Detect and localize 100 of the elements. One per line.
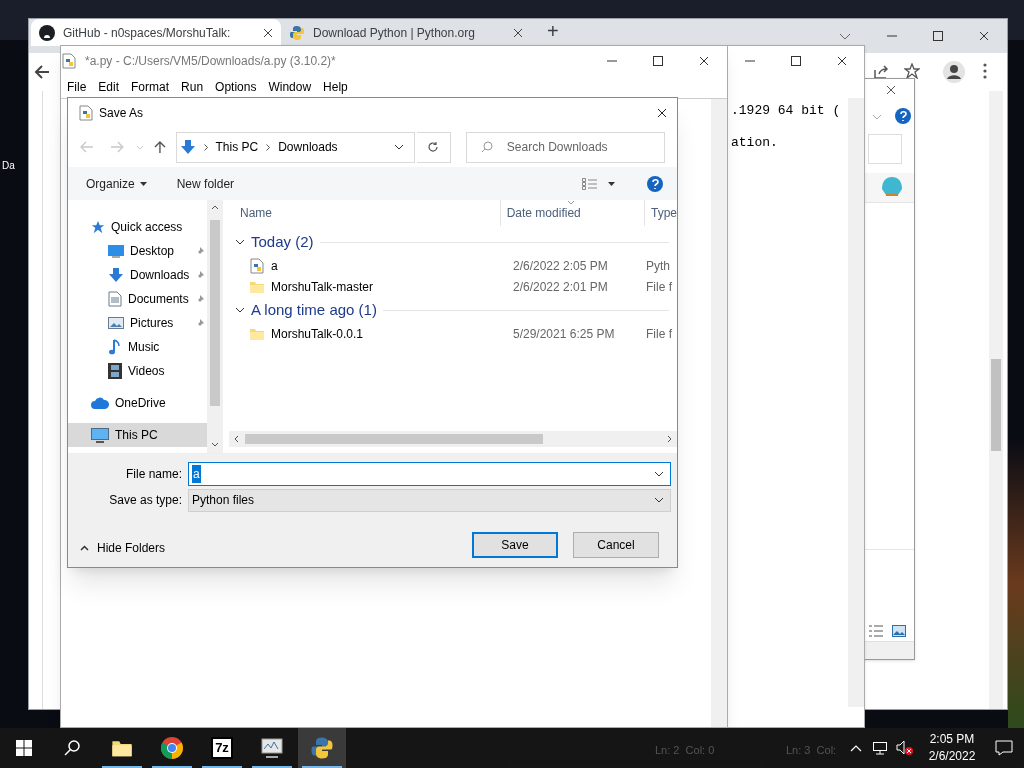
- document-icon: [108, 291, 122, 307]
- chevron-up-icon[interactable]: [850, 744, 862, 752]
- tab-title: GitHub - n0spaces/MorshuTalk:: [63, 24, 232, 42]
- details-view-icon[interactable]: [582, 177, 598, 190]
- minimize-icon: [745, 60, 755, 62]
- chevron-down-icon: [235, 307, 245, 313]
- close-icon: [699, 56, 709, 66]
- organize-button[interactable]: Organize: [86, 174, 147, 193]
- chevron-down-icon: [654, 471, 664, 477]
- taskbar-app-button[interactable]: 7z: [198, 728, 246, 768]
- chevron-down-icon: [394, 144, 405, 150]
- nav-item[interactable]: Downloads: [68, 263, 207, 287]
- field-label: File name:: [124, 466, 183, 483]
- sort-chevron-icon: [566, 200, 575, 205]
- menu-item[interactable]: Format: [131, 78, 170, 96]
- file-name-field[interactable]: a: [188, 462, 671, 486]
- help-icon[interactable]: [647, 175, 663, 192]
- scrollbar[interactable]: [989, 91, 1003, 709]
- scrollbar[interactable]: [711, 99, 727, 727]
- music-note-icon: [108, 339, 122, 355]
- chevron-up-icon: [80, 545, 89, 551]
- help-icon[interactable]: [895, 108, 911, 124]
- menu-item[interactable]: Run: [181, 78, 204, 96]
- chevron-down-icon: [654, 497, 664, 503]
- hide-folders-button[interactable]: Hide Folders: [80, 539, 166, 557]
- computer-icon: [91, 427, 109, 443]
- menu-item[interactable]: Window: [268, 78, 312, 96]
- taskbar-app-button[interactable]: [298, 728, 346, 768]
- search-box[interactable]: Search Downloads: [465, 131, 665, 163]
- search-field[interactable]: [868, 134, 902, 164]
- chevron-down-icon: [839, 33, 851, 41]
- back-arrow-icon[interactable]: [34, 64, 50, 80]
- clock-time[interactable]: 2:05 PM: [929, 731, 975, 748]
- group-header[interactable]: A long time ago (1): [229, 297, 677, 323]
- star-icon: [91, 220, 105, 234]
- muted-speaker-icon[interactable]: [896, 740, 914, 756]
- up-arrow-icon[interactable]: [153, 140, 166, 154]
- search-input[interactable]: Search Downloads: [506, 138, 647, 156]
- star-icon[interactable]: [904, 63, 920, 79]
- desktop-icon: [108, 244, 124, 258]
- file-row[interactable]: MorshuTalk-master 2/6/2022 2:01 PM File f: [229, 276, 677, 297]
- close-icon: [837, 56, 847, 66]
- close-icon: [657, 107, 667, 118]
- new-tab-button[interactable]: +: [539, 21, 567, 41]
- menu-item[interactable]: Help: [323, 78, 348, 96]
- caret-icon[interactable]: [608, 181, 615, 186]
- browser-icon: [160, 736, 184, 760]
- column-header[interactable]: Type: [645, 204, 677, 222]
- dialog-button[interactable]: Cancel: [573, 532, 659, 558]
- profile-icon[interactable]: [943, 61, 965, 83]
- nav-item[interactable]: Documents: [68, 287, 207, 311]
- share-icon[interactable]: [873, 64, 889, 80]
- chevron-right-icon: [266, 143, 271, 151]
- desktop-icon-label: Da: [2, 159, 15, 173]
- browser-tab[interactable]: GitHub - n0spaces/MorshuTalk:: [31, 19, 281, 46]
- shell-icon: [880, 175, 904, 197]
- nav-item[interactable]: Quick access: [68, 215, 207, 239]
- column-header[interactable]: Name: [229, 204, 500, 222]
- cat-logo-icon: [39, 24, 55, 41]
- browser-tab[interactable]: Download Python | Python.org: [281, 19, 531, 46]
- download-icon: [179, 139, 196, 155]
- clock-date[interactable]: 2/6/2022: [928, 748, 976, 765]
- breadcrumb-item[interactable]: This PC: [215, 138, 259, 156]
- address-bar[interactable]: This PC Downloads: [175, 131, 416, 163]
- maximize-icon: [933, 31, 943, 41]
- menu-item[interactable]: File: [67, 78, 87, 96]
- menu-icon[interactable]: [983, 63, 987, 79]
- new-folder-button[interactable]: New folder: [176, 174, 235, 193]
- nav-item[interactable]: Videos: [68, 359, 207, 383]
- pictures-icon: [108, 316, 124, 330]
- nav-item[interactable]: Pictures: [68, 311, 207, 335]
- scrollbar[interactable]: [848, 98, 864, 707]
- nav-item[interactable]: Desktop: [68, 239, 207, 263]
- dialog-button[interactable]: Save: [472, 532, 558, 558]
- nav-item[interactable]: OneDrive: [68, 391, 207, 415]
- menu-item[interactable]: Edit: [98, 78, 120, 96]
- refresh-button[interactable]: [417, 131, 451, 163]
- menu-item[interactable]: Options: [215, 78, 257, 96]
- nav-item[interactable]: This PC: [68, 423, 207, 447]
- selected-text: a: [192, 465, 201, 483]
- image-view-icon[interactable]: [892, 625, 906, 637]
- python-file-icon: [249, 257, 265, 274]
- maximize-icon: [653, 56, 663, 66]
- file-row[interactable]: a 2/6/2022 2:05 PM Pyth: [229, 255, 677, 276]
- group-header[interactable]: Today (2): [229, 229, 677, 255]
- nav-item[interactable]: Music: [68, 335, 207, 359]
- dialog-title: Save As: [99, 104, 145, 122]
- column-header[interactable]: Date modified: [500, 200, 644, 226]
- refresh-icon: [427, 141, 440, 153]
- file-type-dropdown[interactable]: Python files: [188, 488, 671, 512]
- file-row[interactable]: MorshuTalk-0.0.1 5/29/2021 6:25 PM File f: [229, 323, 677, 344]
- network-icon[interactable]: [872, 741, 888, 755]
- download-icon: [108, 267, 124, 283]
- scrollbar[interactable]: [207, 200, 223, 453]
- window-title: *a.py - C:/Users/VM5/Downloads/a.py (3.10.2)*: [85, 53, 337, 70]
- horizontal-scrollbar[interactable]: [229, 431, 677, 447]
- status-bar-text: Ln: 2 Col: 0: [655, 743, 715, 758]
- breadcrumb-item[interactable]: Downloads: [278, 138, 338, 156]
- notification-icon: [995, 740, 1013, 756]
- chevron-down-icon: [872, 114, 882, 120]
